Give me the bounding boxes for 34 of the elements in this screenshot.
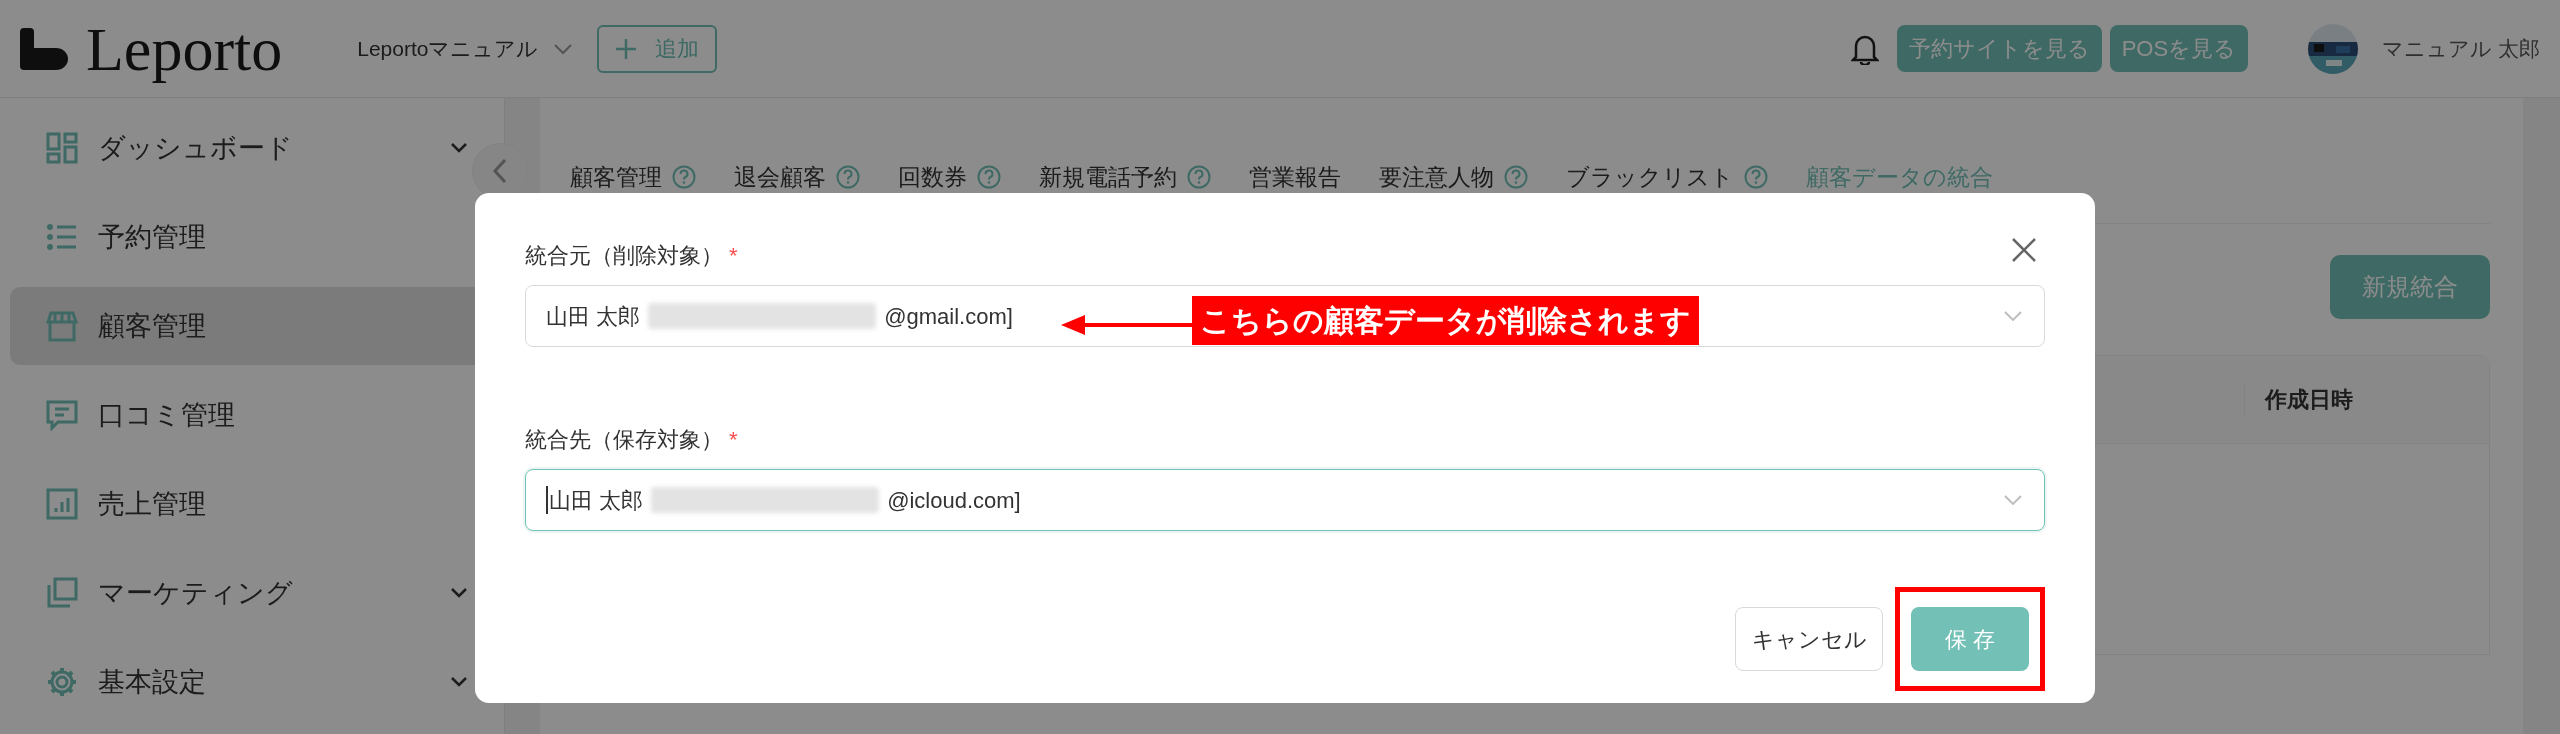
store-icon bbox=[46, 310, 78, 342]
column-header: 作成日時 bbox=[2244, 383, 2489, 416]
layers-icon bbox=[46, 577, 78, 609]
field-label: 統合先（保存対象） * bbox=[525, 423, 738, 457]
sidebar-item[interactable]: マーケティング bbox=[10, 554, 494, 632]
list-icon bbox=[46, 221, 78, 253]
tab[interactable]: 要注意人物 bbox=[1379, 159, 1528, 223]
close-icon[interactable] bbox=[2011, 237, 2037, 263]
tab[interactable]: 退会顧客 bbox=[734, 159, 860, 223]
chevron-down-icon bbox=[552, 41, 573, 56]
tab[interactable]: 顧客管理 bbox=[570, 159, 696, 223]
required-mark: * bbox=[729, 426, 738, 454]
select-field[interactable]: 山田 太郎 @icloud.com] bbox=[525, 469, 2045, 531]
dashboard-icon bbox=[46, 132, 78, 164]
plus-icon bbox=[614, 37, 637, 60]
sidebar-item[interactable]: 売上管理 bbox=[10, 465, 494, 543]
tab[interactable]: 回数券 bbox=[898, 159, 1001, 223]
required-mark: * bbox=[729, 242, 738, 270]
sidebar-item[interactable]: 予約管理 bbox=[10, 198, 494, 276]
field-label: 統合元（削除対象） * bbox=[525, 239, 738, 273]
tab[interactable]: ブラックリスト bbox=[1566, 159, 1768, 223]
workspace-dropdown[interactable]: Leportoマニュアル bbox=[357, 32, 573, 65]
tab[interactable]: 営業報告 bbox=[1249, 159, 1341, 223]
chat-icon bbox=[46, 399, 78, 431]
chevron-left-icon bbox=[491, 157, 509, 185]
logo-icon bbox=[20, 27, 70, 70]
settings-icon bbox=[46, 666, 78, 698]
annotation-label: こちらの顧客データが削除されます bbox=[1192, 296, 1699, 345]
chart-icon bbox=[46, 488, 78, 520]
cancel-button[interactable]: キャンセル bbox=[1735, 607, 1883, 671]
tab[interactable]: 新規電話予約 bbox=[1039, 159, 1211, 223]
sidebar-item[interactable]: 基本設定 bbox=[10, 643, 494, 721]
user-name[interactable]: マニュアル 太郎 bbox=[2382, 32, 2540, 65]
sidebar-item[interactable]: 口コミ管理 bbox=[10, 376, 494, 454]
